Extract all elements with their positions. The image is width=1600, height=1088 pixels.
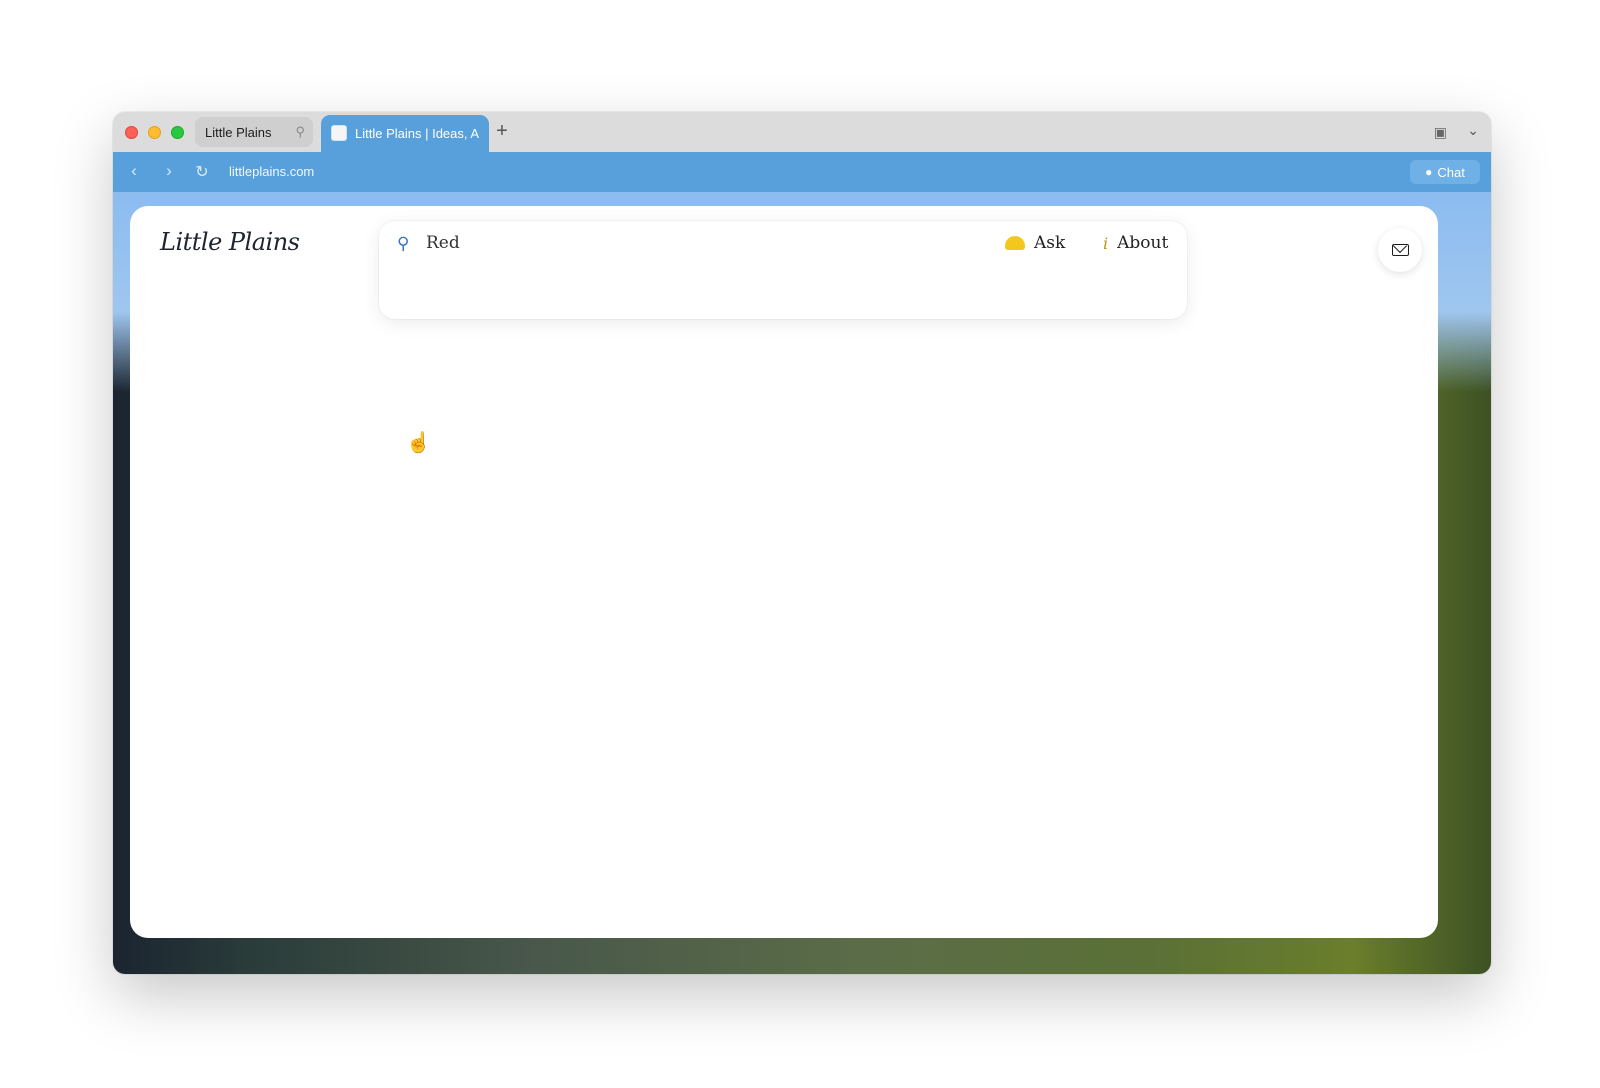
mail-icon xyxy=(1391,244,1409,256)
about-button[interactable]: i About xyxy=(1103,233,1168,253)
search-icon: ⚲ xyxy=(397,234,410,253)
sidebar-icon[interactable]: ▣ xyxy=(1434,124,1447,141)
hand-cursor-icon: ☝ xyxy=(406,432,431,454)
site-logo[interactable]: Little Plains xyxy=(160,228,300,256)
chat-button[interactable]: ● Chat xyxy=(1410,160,1480,184)
tab-bar: Little Plains ⚲ Little Plains | Ideas, A… xyxy=(113,112,1491,153)
tab-label: Little Plains | Ideas, Ar xyxy=(355,125,479,141)
close-window-button[interactable] xyxy=(125,126,138,139)
pin-icon[interactable]: ⚲ xyxy=(295,124,305,140)
new-tab-button[interactable]: + xyxy=(491,120,513,143)
mail-button[interactable] xyxy=(1378,228,1422,272)
about-label: About xyxy=(1117,233,1169,253)
tab-active[interactable]: Little Plains | Ideas, Ar xyxy=(321,115,489,153)
search-input[interactable] xyxy=(426,233,826,253)
forward-button[interactable]: › xyxy=(159,161,179,181)
chat-label: Chat xyxy=(1437,164,1465,180)
search-panel: ⚲ Ask i About xyxy=(379,221,1187,319)
address-bar[interactable]: littleplains.com xyxy=(229,164,314,179)
chat-bubble-icon: ● xyxy=(1425,165,1433,179)
page-content: Little Plains ⚲ Ask i About xyxy=(130,206,1438,938)
chevron-down-icon[interactable]: ⌄ xyxy=(1467,122,1479,139)
ask-button[interactable]: Ask xyxy=(1005,233,1065,253)
ask-label: Ask xyxy=(1034,233,1066,253)
tab-pinned[interactable]: Little Plains ⚲ xyxy=(195,117,313,147)
minimize-window-button[interactable] xyxy=(148,126,161,139)
favicon-icon xyxy=(331,125,347,141)
bell-icon xyxy=(1005,236,1025,250)
info-icon: i xyxy=(1103,233,1109,253)
maximize-window-button[interactable] xyxy=(171,126,184,139)
address-toolbar: ‹ › ↻ littleplains.com ● Chat xyxy=(113,152,1491,192)
browser-window: Little Plains ⚲ Little Plains | Ideas, A… xyxy=(113,112,1491,974)
back-button[interactable]: ‹ xyxy=(124,161,144,181)
tab-label: Little Plains xyxy=(205,124,272,140)
reload-button[interactable]: ↻ xyxy=(192,162,212,182)
